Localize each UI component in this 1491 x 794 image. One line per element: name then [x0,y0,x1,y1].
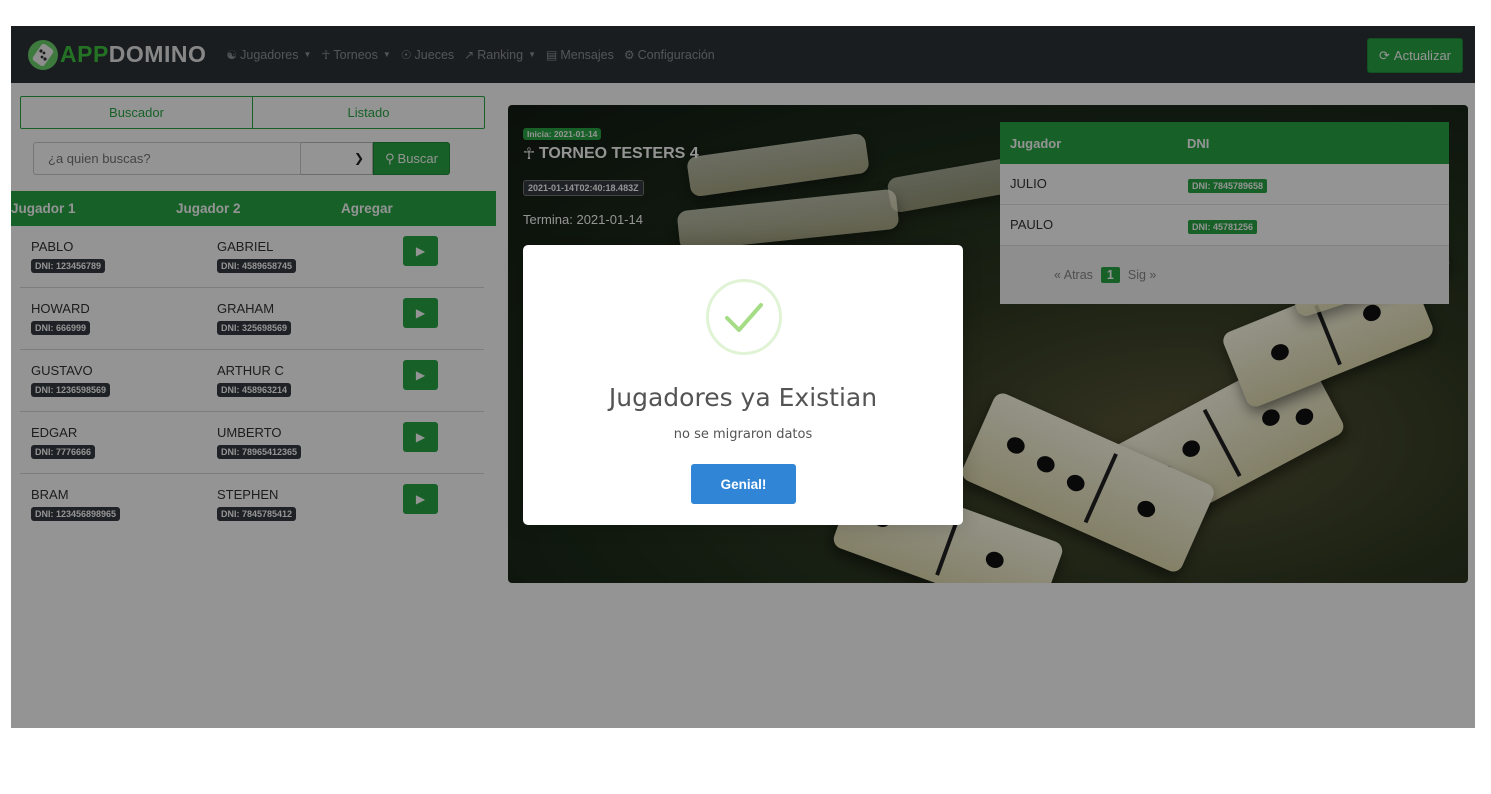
app-root: APP DOMINO ☯ Jugadores ▼ ☥ Torneos ▼ ☉ Ju… [11,26,1475,728]
modal-text: no se migraron datos [673,427,813,442]
alert-modal: Jugadores ya Existian no se migraron dat… [523,245,963,525]
modal-confirm-button[interactable]: Genial! [691,464,796,504]
modal-title: Jugadores ya Existian [608,383,878,412]
success-check-icon [706,279,782,355]
